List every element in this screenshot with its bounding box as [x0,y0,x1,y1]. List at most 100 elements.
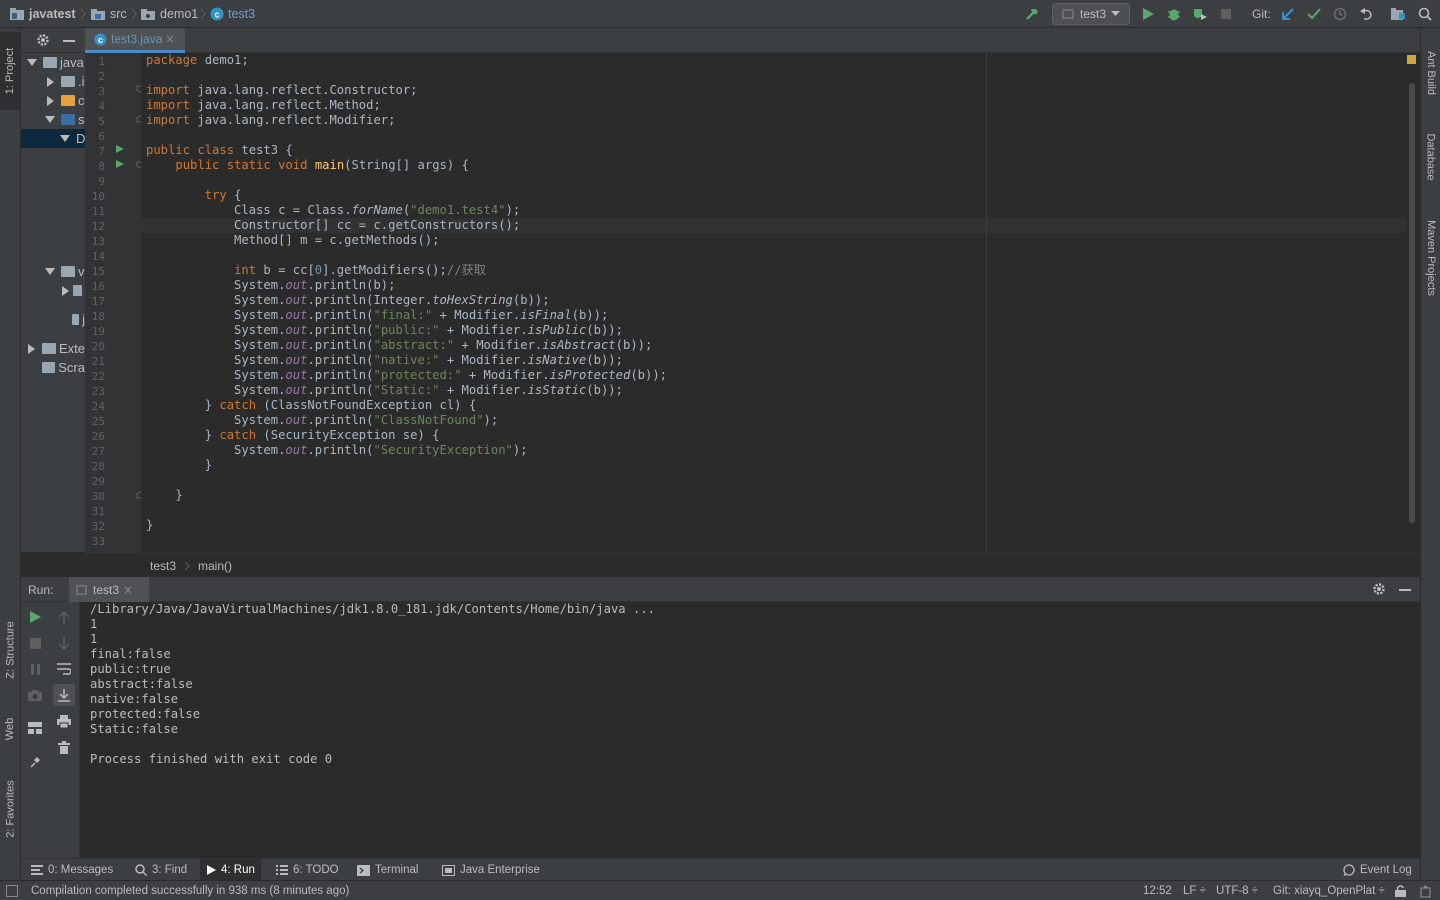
run-gutter-icon[interactable] [115,159,125,169]
tree-item[interactable]: D [21,129,85,148]
line-separator-selector[interactable]: LF ÷ [1183,881,1206,900]
tree-item[interactable] [21,281,85,300]
close-icon[interactable] [124,586,132,594]
tab-terminal[interactable]: Terminal [357,859,418,881]
tab-favorites-label: 2: Favorites [4,780,17,838]
code-line-20: System.out.println("abstract:" + Modifie… [146,338,653,352]
java-enterprise-icon [442,864,455,876]
tab-test3-java[interactable]: c test3.java [85,28,185,53]
tab-find[interactable]: 3: Find [135,859,187,881]
breadcrumb-project[interactable]: javatest [9,0,76,28]
tree-item[interactable]: v [21,262,85,281]
tool-windows-toggle-icon[interactable] [6,881,18,900]
tab-web[interactable]: Web [0,704,21,754]
encoding-selector[interactable]: UTF-8 ÷ [1216,881,1258,900]
code-line-16: System.out.println(b); [146,278,396,292]
console-output[interactable]: /Library/Java/JavaVirtualMachines/jdk1.8… [80,602,1420,858]
revert-icon[interactable] [1356,4,1376,24]
debug-button[interactable] [1164,4,1184,24]
git-branch-selector[interactable]: Git: xiayq_OpenPlat ÷ [1273,881,1385,900]
tab-todo[interactable]: 6: TODO [276,859,339,881]
tree-item[interactable]: s [21,110,85,129]
run-button[interactable] [1138,4,1158,24]
lock-icon[interactable] [1395,881,1406,900]
tab-messages[interactable]: 0: Messages [31,859,113,881]
tree-item[interactable]: .i [21,72,85,91]
editor-scrollbar[interactable] [1409,83,1415,523]
tab-structure[interactable]: Z: Structure [0,608,21,692]
pin-icon[interactable] [24,750,46,772]
tab-database[interactable]: Database [1421,122,1440,192]
arrow-down-icon[interactable] [53,632,75,654]
breadcrumb-src[interactable]: src [90,0,127,28]
inspector-icon[interactable] [1419,881,1432,900]
history-icon[interactable] [1330,4,1350,24]
tree-item[interactable]: Scra [21,358,85,377]
chevron-right-icon [184,561,190,570]
tab-java-enterprise[interactable]: Java Enterprise [442,859,540,881]
warning-marker[interactable] [1407,55,1416,64]
event-log-button[interactable]: Event Log [1343,859,1412,881]
chevron-down-icon[interactable] [42,268,58,275]
line-number: 24 [91,400,105,413]
project-panel-header [21,28,85,53]
tab-project[interactable]: 1: Project [0,32,21,110]
chevron-right-icon[interactable] [24,343,39,354]
code-line-3: import java.lang.reflect.Constructor; [146,83,418,97]
soft-wrap-icon[interactable] [53,658,75,680]
layout-icon[interactable] [24,717,46,739]
chevron-down-icon[interactable] [42,116,58,123]
scroll-to-end-icon[interactable] [53,684,75,706]
stop-button[interactable] [24,632,46,654]
tree-item[interactable]: c [21,91,85,110]
chevron-right-icon[interactable] [60,285,70,296]
rerun-button[interactable] [24,606,46,628]
tree-item-label: Exte [58,341,85,356]
code-editor[interactable]: package demo1; import java.lang.reflect.… [141,53,1420,553]
coverage-button[interactable] [1190,4,1210,24]
event-log-label: Event Log [1360,864,1412,876]
project-structure-icon[interactable] [1388,4,1408,24]
stop-button[interactable] [1216,4,1236,24]
tab-ant-build[interactable]: Ant Build [1421,38,1440,108]
tree-item[interactable]: Exte [21,339,85,358]
pause-button[interactable] [24,658,46,680]
run-panel-title: Run: [28,583,54,597]
tab-project-label: 1: Project [4,47,17,95]
line-number: 9 [98,175,105,188]
breadcrumb-method-item[interactable]: main() [198,559,232,573]
search-icon[interactable] [1415,4,1435,24]
run-gutter-icon[interactable] [115,144,125,154]
gear-icon[interactable] [1372,582,1386,596]
breadcrumb-class[interactable]: c test3 [210,0,255,28]
build-hammer-icon[interactable] [1022,4,1042,24]
print-icon[interactable] [53,710,75,732]
trash-icon[interactable] [53,736,75,758]
tree-item[interactable]: java [21,53,85,72]
run-tab-test3[interactable]: test3 [69,577,149,602]
tab-run[interactable]: 4: Run [200,859,261,881]
hide-panel-icon[interactable] [63,40,75,42]
arrow-up-icon[interactable] [53,606,75,628]
gear-icon[interactable] [36,33,50,47]
breadcrumb-package[interactable]: demo1 [140,0,198,28]
code-line-32: } [146,518,154,532]
chevron-right-icon[interactable] [42,76,58,87]
run-config-dropdown[interactable]: test3 [1052,3,1130,25]
editor-gutter: 1 2 3 4 5 6 7 8 9 10 11 12 13 14 15 16 17 18 19 20 21 22 23 24 2… [85,53,144,553]
close-icon[interactable] [166,35,174,43]
folder-icon [71,314,80,325]
chevron-right-icon[interactable] [42,95,58,106]
tab-maven-projects[interactable]: Maven Projects [1421,206,1440,310]
chevron-down-icon[interactable] [60,135,70,142]
caret-position[interactable]: 12:52 [1143,881,1172,900]
breadcrumb-class-item[interactable]: test3 [150,559,176,573]
git-update-icon[interactable] [1278,4,1298,24]
tree-item[interactable]: j [21,310,85,329]
tab-favorites[interactable]: 2: Favorites [0,766,21,852]
hide-panel-icon[interactable] [1399,589,1411,591]
camera-icon[interactable] [24,684,46,706]
chevron-down-icon[interactable] [24,59,40,66]
git-commit-icon[interactable] [1304,4,1324,24]
svg-text:c: c [98,35,103,45]
